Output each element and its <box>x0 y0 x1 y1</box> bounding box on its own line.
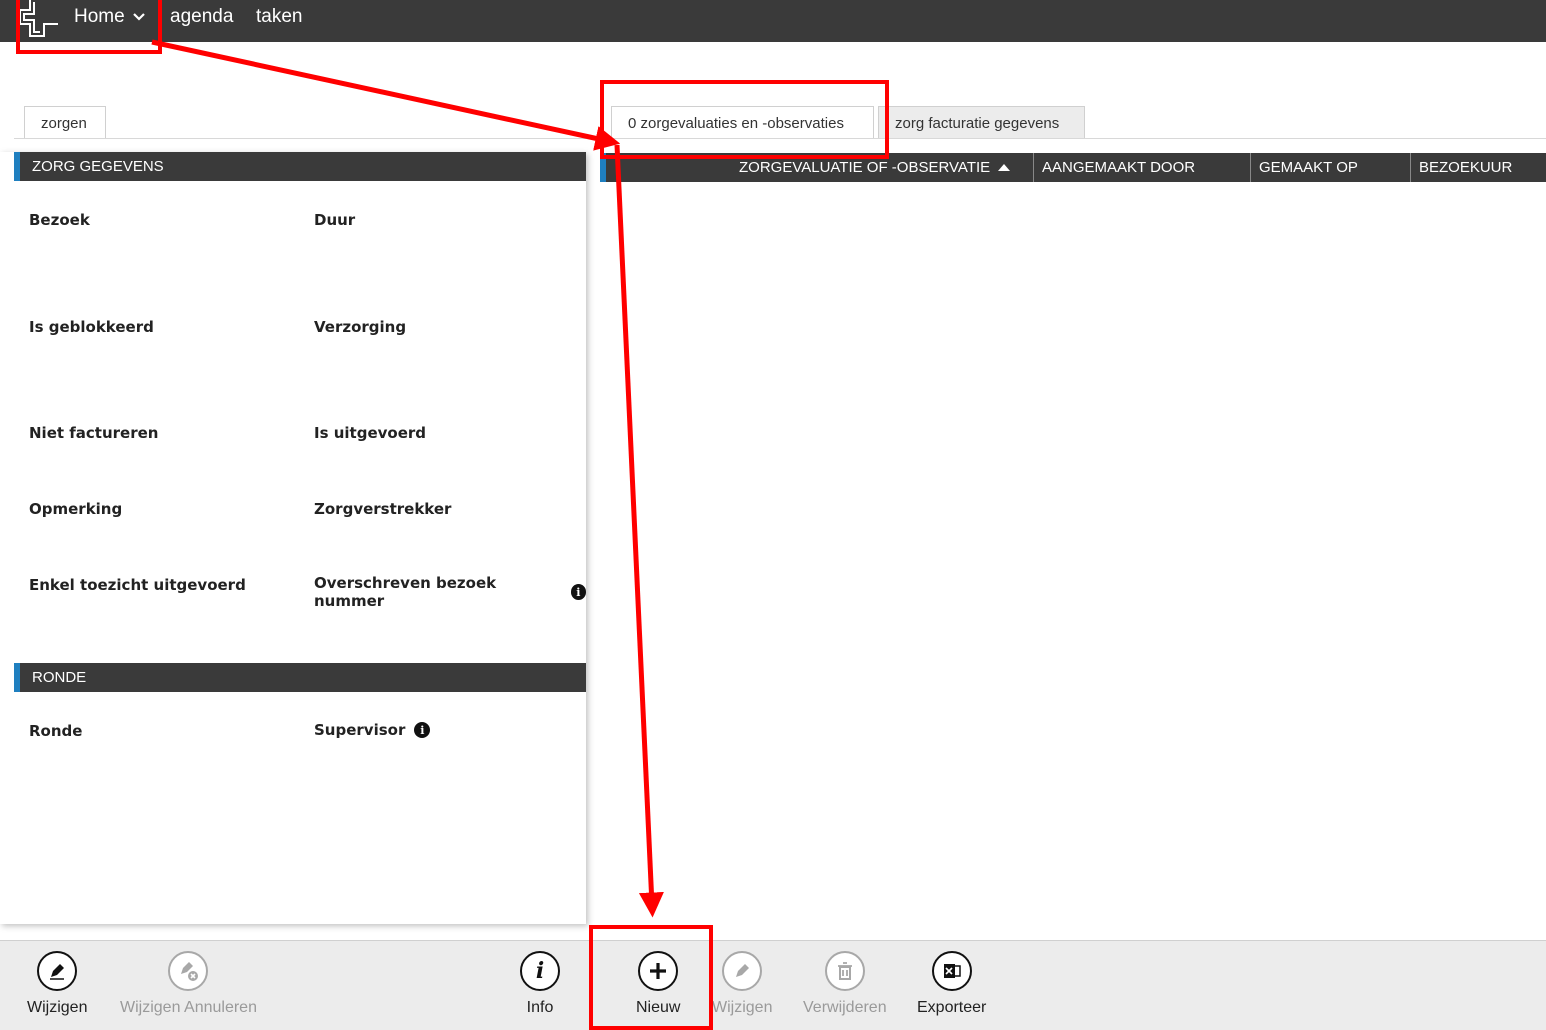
nav-home-label: Home <box>74 6 125 27</box>
wijzigen-button[interactable]: Wijzigen <box>27 951 87 1017</box>
column-header-zorgevaluatie[interactable]: ZORGEVALUATIE OF -OBSERVATIE <box>731 153 1033 182</box>
zorg-details-panel: ZORG GEGEVENS Bezoek Duur Is geblokkeerd… <box>0 152 586 924</box>
field-label-ronde: Ronde <box>29 722 83 740</box>
field-label-overschreven-bezoek: Overschreven bezoek nummer <box>314 574 497 610</box>
info-label: Info <box>526 999 554 1016</box>
cross-logo-icon[interactable] <box>18 0 62 38</box>
field-label-is-geblokkeerd: Is geblokkeerd <box>29 318 154 336</box>
exporteer-button[interactable]: Exporteer <box>917 951 986 1017</box>
pencil-cancel-icon <box>168 951 209 991</box>
nav-agenda-link[interactable]: agenda <box>170 6 233 28</box>
tab-divider-left <box>14 138 586 139</box>
bottom-command-bar: Wijzigen Wijzigen Annuleren i Info Nieuw… <box>0 940 1546 1030</box>
trash-icon <box>824 951 865 991</box>
top-navigation-bar: Home agenda taken <box>0 0 1546 42</box>
verwijderen-button[interactable]: Verwijderen <box>803 951 887 1017</box>
wijzigen-annuleren-label: Wijzigen Annuleren <box>120 999 257 1016</box>
field-label-niet-factureren: Niet factureren <box>29 424 159 442</box>
field-label-zorgverstrekker: Zorgverstrekker <box>314 500 452 518</box>
wijzigen-row-label: Wijzigen <box>712 999 773 1016</box>
field-label-bezoek: Bezoek <box>29 211 90 229</box>
arrow-tab-to-nieuw <box>614 144 664 918</box>
pencil-icon <box>722 951 763 991</box>
tab-divider-right <box>600 138 1546 139</box>
tab-zorgen[interactable]: zorgen <box>24 106 106 139</box>
field-overschreven-bezoek: Overschreven bezoek nummer i <box>314 574 586 610</box>
field-supervisor: Supervisor i <box>314 721 431 739</box>
tab-zorg-facturatie[interactable]: zorg facturatie gegevens <box>878 106 1085 139</box>
nieuw-label: Nieuw <box>636 999 681 1016</box>
field-label-is-uitgevoerd: Is uitgevoerd <box>314 424 427 442</box>
info-icon[interactable]: i <box>414 722 431 738</box>
plus-icon <box>638 951 679 991</box>
tab-zorgevaluaties[interactable]: 0 zorgevaluaties en -observaties <box>611 106 874 139</box>
section-header-zorg-gegevens: ZORG GEGEVENS <box>14 152 586 181</box>
info-button[interactable]: i Info <box>520 951 560 1017</box>
chevron-down-icon <box>132 13 145 21</box>
info-icon: i <box>520 951 560 991</box>
column-header-aangemaakt-door[interactable]: AANGEMAAKT DOOR <box>1033 153 1250 182</box>
arrow-home-to-tab <box>151 39 621 151</box>
field-label-verzorging: Verzorging <box>314 318 407 336</box>
field-label-enkel-toezicht: Enkel toezicht uitgevoerd <box>29 576 246 594</box>
sort-ascending-icon <box>998 164 1011 171</box>
verwijderen-label: Verwijderen <box>803 999 887 1016</box>
pencil-icon <box>37 951 78 991</box>
observations-grid-header: ZORGEVALUATIE OF -OBSERVATIE AANGEMAAKT … <box>600 153 1546 182</box>
nav-taken-link[interactable]: taken <box>256 6 302 28</box>
exporteer-label: Exporteer <box>917 999 987 1016</box>
wijzigen-annuleren-button[interactable]: Wijzigen Annuleren <box>120 951 257 1017</box>
field-label-supervisor: Supervisor <box>314 721 406 739</box>
wijzigen-row-button[interactable]: Wijzigen <box>712 951 772 1017</box>
excel-export-icon <box>931 951 972 991</box>
column-header-bezoekuur[interactable]: BEZOEKUUR <box>1410 153 1546 182</box>
section-header-ronde: RONDE <box>14 663 586 692</box>
nieuw-button[interactable]: Nieuw <box>636 951 680 1017</box>
column-header-gemaakt-op[interactable]: GEMAAKT OP <box>1250 153 1410 182</box>
field-label-opmerking: Opmerking <box>29 500 123 518</box>
column-header-label: ZORGEVALUATIE OF -OBSERVATIE <box>739 159 991 176</box>
info-icon[interactable]: i <box>570 584 586 600</box>
wijzigen-label: Wijzigen <box>27 999 88 1016</box>
nav-home-menu[interactable]: Home <box>74 6 145 28</box>
field-label-duur: Duur <box>314 211 356 229</box>
